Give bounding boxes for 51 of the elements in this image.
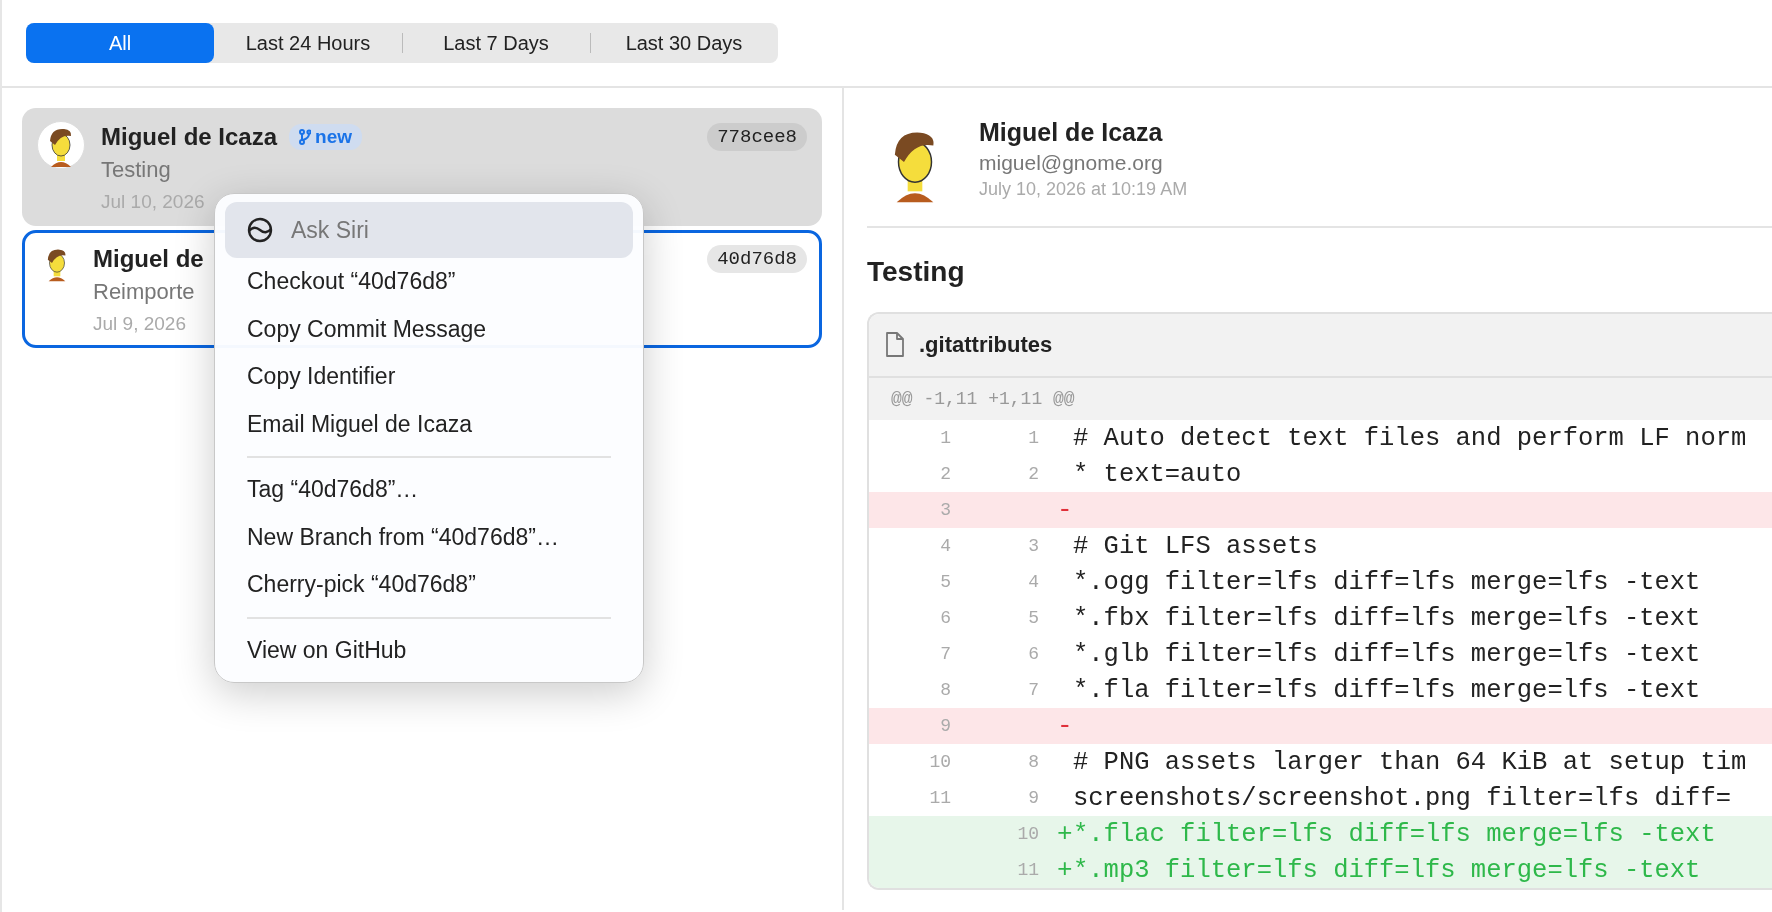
author-name: Miguel de Icaza [979, 118, 1164, 147]
diff-marker: - [1057, 711, 1073, 741]
code-text: * text=auto [1073, 459, 1243, 489]
code-text: *.glb filter=lfs diff=lfs merge=lfs -text [1073, 639, 1702, 669]
line-number: 3 [939, 500, 951, 520]
line-number: 9 [1027, 788, 1039, 808]
code-text: # PNG assets larger than 64 KiB at setup tim [1073, 747, 1748, 777]
commit-message: Reimporte [93, 279, 195, 305]
line-number: 4 [1027, 572, 1039, 592]
commit-hash: 778cee8 [707, 123, 807, 151]
line-number: 3 [1027, 536, 1039, 556]
line-number: 1 [939, 428, 951, 448]
line-number: 8 [1027, 752, 1039, 772]
line-number: 6 [1027, 644, 1039, 664]
line-number: 1 [1027, 428, 1039, 448]
branch-tag: new [289, 124, 362, 150]
code-text: *.flac filter=lfs diff=lfs merge=lfs -text [1073, 819, 1717, 849]
file-name: .gitattributes [919, 332, 1053, 358]
diff-marker: + [1057, 855, 1073, 885]
diff-marker: + [1057, 819, 1073, 849]
commit-date: Jul 9, 2026 [93, 313, 186, 335]
hunk-header: @@ -1,11 +1,11 @@ [891, 389, 1075, 409]
author-name: Miguel de Icaza [101, 123, 278, 151]
commit-title: Testing [867, 256, 966, 288]
line-number: 11 [928, 788, 951, 808]
line-number: 7 [1027, 680, 1039, 700]
line-number: 6 [939, 608, 951, 628]
line-number: 11 [1016, 860, 1039, 880]
commit-date: July 10, 2026 at 10:19 AM [979, 179, 1188, 200]
code-text: *.mp3 filter=lfs diff=lfs merge=lfs -text [1073, 855, 1702, 885]
author-email: miguel@gnome.org [979, 151, 1164, 175]
commit-message: Testing [101, 157, 171, 183]
line-number: 9 [939, 716, 951, 736]
line-number: 5 [939, 572, 951, 592]
line-number: 5 [1027, 608, 1039, 628]
line-number: 2 [939, 464, 951, 484]
diff-marker: - [1057, 495, 1073, 525]
code-text: # Auto detect text files and perform LF norm [1073, 423, 1748, 453]
code-text: *.ogg filter=lfs diff=lfs merge=lfs -text [1073, 567, 1702, 597]
line-number: 2 [1027, 464, 1039, 484]
code-text: # Git LFS assets [1073, 531, 1319, 561]
code-text: *.fla filter=lfs diff=lfs merge=lfs -text [1073, 675, 1702, 705]
author-name: Miguel de [93, 245, 204, 273]
line-number: 10 [1016, 824, 1039, 844]
commit-hash: 40d76d8 [707, 245, 807, 273]
code-text: screenshots/screenshot.png filter=lfs diff= [1073, 783, 1732, 813]
line-number: 10 [928, 752, 951, 772]
line-number: 4 [939, 536, 951, 556]
code-text: *.fbx filter=lfs diff=lfs merge=lfs -text [1073, 603, 1702, 633]
line-number: 7 [939, 644, 951, 664]
line-number: 8 [939, 680, 951, 700]
